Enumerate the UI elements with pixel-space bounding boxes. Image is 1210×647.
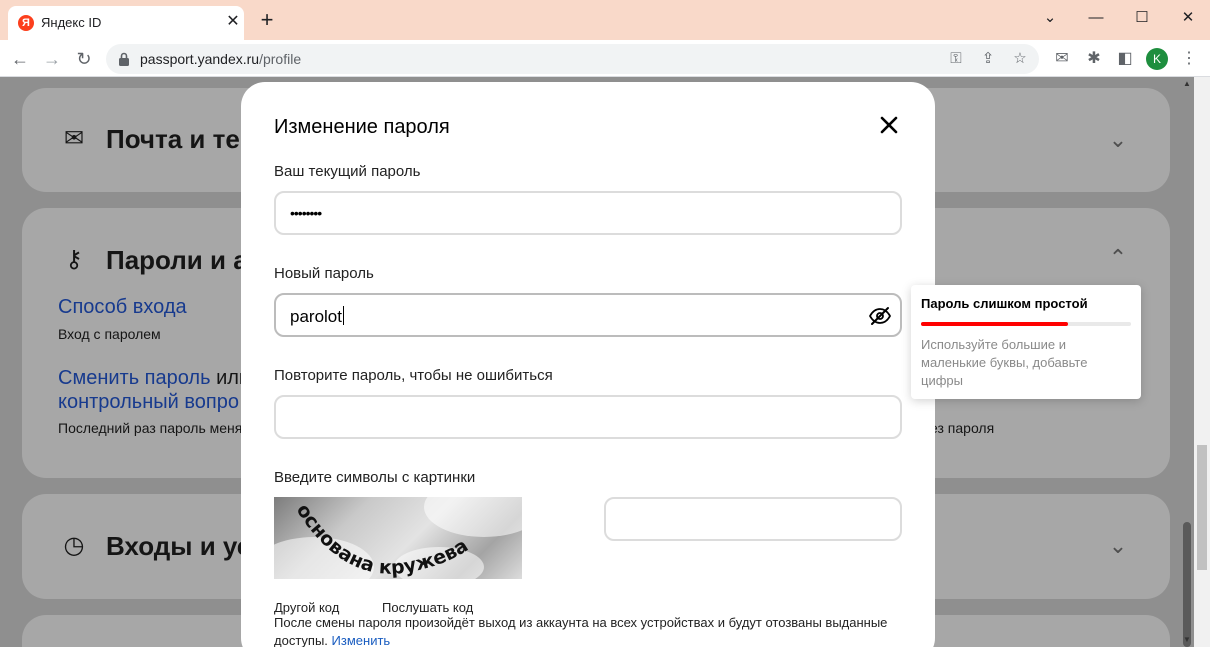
strength-bar-fill xyxy=(921,322,1068,326)
clock-icon: ◷ xyxy=(63,532,85,559)
envelope-icon: ✉ xyxy=(63,125,85,152)
control-question-link[interactable]: контрольный вопро xyxy=(58,391,239,414)
change-notice-link[interactable]: Изменить xyxy=(332,633,391,647)
tab-search-chevron-icon[interactable]: ⌄ xyxy=(1038,6,1062,30)
chevron-down-icon[interactable]: ⌄ xyxy=(1104,129,1132,151)
chevron-down-icon[interactable]: ⌄ xyxy=(1104,535,1132,557)
chevron-up-icon[interactable]: ⌃ xyxy=(1104,247,1132,269)
mail-card-title: Почта и те xyxy=(106,124,240,154)
captcha-image: основана кружева xyxy=(274,497,522,579)
extensions-puzzle-icon[interactable]: ✱ xyxy=(1083,48,1105,70)
tab-strip: Я Яндекс ID ✕ + ⌄ — ☐ ✕ xyxy=(0,0,1210,40)
key-icon: ⚷ xyxy=(65,246,83,273)
bookmark-star-icon[interactable]: ☆ xyxy=(1010,49,1030,69)
browser-tab[interactable]: Я Яндекс ID ✕ xyxy=(8,6,244,40)
close-icon[interactable] xyxy=(877,113,901,137)
login-method-link[interactable]: Способ входа xyxy=(58,296,187,319)
minimize-button[interactable]: — xyxy=(1084,6,1108,30)
hint-title: Пароль слишком простой xyxy=(921,296,1088,311)
repeat-password-field[interactable] xyxy=(274,395,902,439)
side-panel-icon[interactable]: ◧ xyxy=(1114,48,1136,70)
password-strength-popup: Пароль слишком простой Используйте больш… xyxy=(911,285,1141,399)
logout-notice: После смены пароля произойдёт выход из а… xyxy=(274,615,888,647)
menu-dots-icon[interactable]: ⋮ xyxy=(1178,48,1200,70)
new-password-label: Новый пароль xyxy=(274,265,374,282)
new-tab-button[interactable]: + xyxy=(256,9,278,31)
eye-slash-icon[interactable] xyxy=(868,304,892,328)
reload-icon[interactable]: ↻ xyxy=(72,47,96,71)
listen-code-link[interactable]: Послушать код xyxy=(382,600,473,615)
url-text: passport.yandex.ru/profile xyxy=(140,51,302,67)
new-password-value: parolot xyxy=(290,306,344,326)
captcha-label: Введите символы с картинки xyxy=(274,469,476,486)
repeat-password-label: Повторите пароль, чтобы не ошибиться xyxy=(274,367,553,384)
browser-toolbar: ← → ↻ passport.yandex.ru/profile ⚿ ⇪ ☆ ✉… xyxy=(0,40,1210,77)
current-password-label: Ваш текущий пароль xyxy=(274,163,421,180)
address-bar[interactable]: passport.yandex.ru/profile ⚿ ⇪ ☆ xyxy=(106,44,1039,74)
mail-icon[interactable]: ✉ xyxy=(1051,48,1073,70)
close-window-button[interactable]: ✕ xyxy=(1176,6,1200,30)
yandex-favicon-icon: Я xyxy=(18,15,34,31)
new-password-field[interactable]: parolot xyxy=(274,293,902,337)
scrollbar-thumb[interactable] xyxy=(1183,522,1191,647)
current-password-value: •••••••• xyxy=(290,205,322,221)
profile-avatar[interactable]: K xyxy=(1146,48,1168,70)
change-password-link[interactable]: Сменить пароль или xyxy=(58,367,250,390)
passwords-card-title: Пароли и а xyxy=(106,245,248,275)
dialog-title: Изменение пароля xyxy=(274,116,450,138)
hint-text: Используйте большие и маленькие буквы, д… xyxy=(921,337,1088,388)
password-key-icon[interactable]: ⚿ xyxy=(946,49,966,69)
other-code-link[interactable]: Другой код xyxy=(274,600,339,615)
window-scrollbar-thumb[interactable] xyxy=(1197,445,1207,570)
captcha-input[interactable] xyxy=(604,497,902,541)
window-scrollbar[interactable] xyxy=(1194,77,1210,647)
share-icon[interactable]: ⇪ xyxy=(978,49,998,69)
lock-icon xyxy=(119,52,129,66)
scroll-down-arrow-icon[interactable]: ▼ xyxy=(1181,635,1193,644)
page-scrollbar[interactable]: ▲ ▼ xyxy=(1180,77,1194,647)
tab-title: Яндекс ID xyxy=(41,15,102,30)
maximize-button[interactable]: ☐ xyxy=(1130,6,1154,30)
passwordless-text: ез пароля xyxy=(930,420,995,436)
scroll-up-arrow-icon[interactable]: ▲ xyxy=(1181,79,1193,88)
login-method-value: Вход с паролем xyxy=(58,326,161,342)
captcha-text: основана кружева xyxy=(292,500,472,579)
logins-card-title: Входы и ус xyxy=(106,531,252,561)
current-password-field[interactable]: •••••••• xyxy=(274,191,902,235)
last-changed-text: Последний раз пароль меня xyxy=(58,420,243,436)
tab-close-icon[interactable]: ✕ xyxy=(224,13,242,31)
change-password-dialog: Изменение пароля Ваш текущий пароль ••••… xyxy=(241,82,935,647)
svg-text:основана кружева: основана кружева xyxy=(292,500,472,579)
forward-arrow-icon[interactable]: → xyxy=(40,47,64,71)
strength-bar xyxy=(921,322,1131,326)
back-arrow-icon[interactable]: ← xyxy=(8,47,32,71)
